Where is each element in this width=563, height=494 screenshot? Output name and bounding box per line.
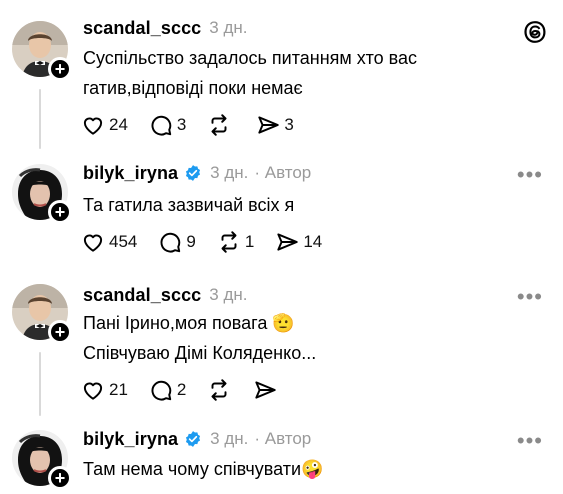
- repost-button[interactable]: [206, 377, 232, 403]
- username[interactable]: bilyk_iryna: [83, 429, 178, 450]
- send-icon: [277, 233, 299, 251]
- post-text-line: Там нема чому співчувати🤪: [83, 459, 324, 479]
- more-options-button[interactable]: •••: [517, 286, 543, 308]
- author-tag: · Автор: [254, 163, 312, 182]
- follow-plus-icon[interactable]: +: [48, 57, 72, 81]
- post-header: bilyk_iryna 3 дн. · Автор: [83, 426, 311, 452]
- repost-button[interactable]: [206, 112, 235, 138]
- send-icon: [258, 116, 280, 134]
- like-button[interactable]: 454: [80, 229, 137, 255]
- action-bar: 24 3 3: [80, 111, 314, 139]
- reply-count: 2: [176, 380, 187, 399]
- repost-button[interactable]: 1: [216, 229, 254, 255]
- more-options-button[interactable]: •••: [517, 164, 543, 186]
- follow-plus-icon[interactable]: +: [48, 466, 72, 490]
- verified-badge-icon: [186, 431, 201, 447]
- avatar[interactable]: +: [12, 164, 72, 224]
- post-header: scandal_sccc 3 дн.: [83, 282, 248, 308]
- post-header: scandal_sccc 3 дн.: [83, 15, 248, 41]
- timestamp: 3 дн.: [209, 18, 248, 37]
- post-text-line: Та гатила зазвичай всіх я: [83, 195, 295, 215]
- like-button[interactable]: 21: [80, 377, 128, 403]
- heart-icon: [83, 117, 103, 135]
- like-button[interactable]: 24: [80, 112, 128, 138]
- post-text-line: Суспільство задалось питанням хто вас: [83, 48, 417, 68]
- action-bar: 21 2: [80, 376, 298, 404]
- post-header: bilyk_iryna 3 дн. · Автор: [83, 160, 311, 186]
- reply-post-2: + bilyk_iryna 3 дн. · Автор ••• Та гатил…: [0, 160, 563, 270]
- reply-post-4: + bilyk_iryna 3 дн. · Автор ••• Там нема…: [0, 426, 563, 494]
- action-bar: 454 9 1 14: [80, 228, 342, 256]
- comment-icon: [151, 380, 172, 401]
- like-count: 454: [109, 232, 138, 251]
- thread-line: [39, 352, 41, 416]
- avatar[interactable]: +: [12, 430, 72, 490]
- verified-badge-icon: [186, 165, 201, 181]
- avatar[interactable]: +: [12, 21, 72, 81]
- repost-icon: [221, 231, 237, 253]
- repost-icon: [211, 114, 227, 136]
- username[interactable]: bilyk_iryna: [83, 163, 178, 184]
- post-text: Там нема чому співчувати🤪: [83, 454, 323, 484]
- reply-button[interactable]: 2: [148, 377, 186, 403]
- post-text: Пані Ірино,моя повага 🫡 Співчуваю Дімі К…: [83, 308, 316, 368]
- share-button[interactable]: 3: [255, 112, 294, 138]
- timestamp: 3 дн.: [209, 285, 248, 304]
- like-count: 21: [109, 380, 128, 399]
- post-text: Та гатила зазвичай всіх я: [83, 190, 294, 220]
- like-count: 24: [109, 115, 128, 134]
- post-text-line: гатив,відповіді поки немає: [83, 78, 303, 98]
- post-text-line: Пані Ірино,моя повага 🫡: [83, 313, 295, 333]
- follow-plus-icon[interactable]: +: [48, 200, 72, 224]
- username[interactable]: scandal_sccc: [83, 18, 201, 39]
- comment-icon: [151, 115, 172, 136]
- share-count: 14: [303, 232, 323, 251]
- heart-icon: [83, 234, 103, 252]
- heart-icon: [83, 382, 103, 400]
- post-text-line: Співчуваю Дімі Коляденко...: [83, 343, 317, 363]
- share-button[interactable]: [252, 377, 278, 403]
- reply-count: 9: [186, 232, 196, 251]
- timestamp: 3 дн.: [210, 429, 249, 448]
- reply-count: 3: [176, 115, 187, 134]
- reply-button[interactable]: 9: [157, 229, 196, 255]
- post-text: Суспільство задалось питанням хто вас га…: [83, 43, 417, 103]
- send-icon: [255, 381, 277, 399]
- share-count: 3: [284, 115, 294, 134]
- repost-icon: [211, 379, 227, 401]
- share-button[interactable]: 14: [274, 229, 322, 255]
- timestamp: 3 дн.: [210, 163, 249, 182]
- repost-count: 1: [244, 232, 255, 251]
- comment-icon: [160, 232, 181, 253]
- more-options-button[interactable]: •••: [517, 430, 543, 452]
- reply-post-3: + scandal_sccc 3 дн. ••• Пані Ірино,моя …: [0, 282, 563, 417]
- reply-post-1: + scandal_sccc 3 дн. Суспільство задалос…: [0, 15, 563, 150]
- author-tag: · Автор: [254, 429, 312, 448]
- avatar[interactable]: +: [12, 284, 72, 344]
- follow-plus-icon[interactable]: +: [48, 320, 72, 344]
- username[interactable]: scandal_sccc: [83, 285, 201, 306]
- thread-line: [39, 89, 41, 149]
- reply-button[interactable]: 3: [148, 112, 186, 138]
